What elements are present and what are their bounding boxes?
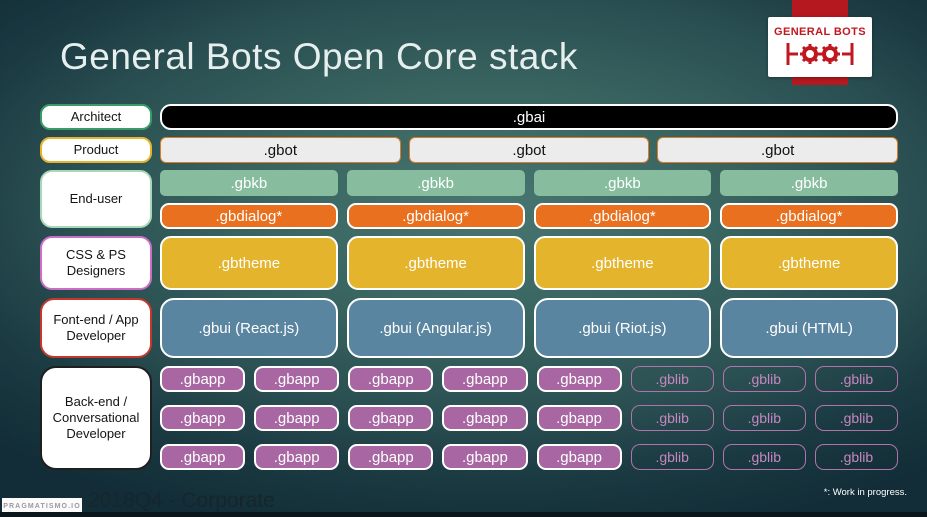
page-title: General Bots Open Core stack bbox=[60, 36, 578, 77]
node-gbapp: .gbapp bbox=[348, 405, 434, 431]
work-in-progress-note: *: Work in progress. bbox=[823, 487, 907, 498]
row-gbdialog: .gbdialog* .gbdialog* .gbdialog* .gbdial… bbox=[160, 203, 898, 229]
node-gbtheme: .gbtheme bbox=[160, 236, 338, 290]
node-gbui-html: .gbui (HTML) bbox=[720, 298, 898, 358]
slide: General Bots Open Core stack GENERAL BOT… bbox=[0, 0, 927, 517]
node-gbapp: .gbapp bbox=[536, 366, 622, 392]
node-gbapp: .gbapp bbox=[254, 366, 340, 392]
node-gbot: .gbot bbox=[657, 137, 899, 163]
row-gbtheme: .gbtheme .gbtheme .gbtheme .gbtheme bbox=[160, 236, 898, 290]
node-gbapp: .gbapp bbox=[536, 405, 622, 431]
node-gblib: .gblib bbox=[630, 405, 714, 431]
row-gbai: .gbai bbox=[160, 104, 898, 130]
node-gbapp: .gbapp bbox=[160, 444, 246, 470]
footer-edition-text: 2018Q4 - Corporate bbox=[88, 489, 275, 512]
row-gbapp-3: .gbapp .gbapp .gbapp .gbapp .gbapp .gbli… bbox=[160, 444, 898, 470]
node-gbapp: .gbapp bbox=[160, 366, 246, 392]
node-gbui-angular: .gbui (Angular.js) bbox=[346, 298, 525, 358]
row-gbkb: .gbkb .gbkb .gbkb .gbkb bbox=[160, 170, 898, 196]
node-gblib: .gblib bbox=[814, 366, 898, 392]
node-gblib: .gblib bbox=[814, 444, 898, 470]
label-architect: Architect bbox=[40, 104, 152, 130]
row-gbapp-1: .gbapp .gbapp .gbapp .gbapp .gbapp .gbli… bbox=[160, 366, 898, 392]
row-gbapp-2: .gbapp .gbapp .gbapp .gbapp .gbapp .gbli… bbox=[160, 405, 898, 431]
label-end-user: End-user bbox=[40, 170, 152, 228]
label-backend-developer: Back-end / Conversational Developer bbox=[40, 366, 152, 470]
node-gbapp: .gbapp bbox=[254, 444, 340, 470]
row-gbot: .gbot .gbot .gbot bbox=[160, 137, 899, 163]
node-gblib: .gblib bbox=[814, 405, 898, 431]
node-gblib: .gblib bbox=[630, 444, 714, 470]
label-css-ps-designers: CSS & PS Designers bbox=[40, 236, 152, 290]
node-gbkb: .gbkb bbox=[720, 170, 898, 196]
node-gbapp: .gbapp bbox=[442, 366, 528, 392]
node-gblib: .gblib bbox=[722, 405, 806, 431]
node-gbkb: .gbkb bbox=[533, 170, 712, 196]
node-gbot: .gbot bbox=[408, 137, 650, 163]
node-gbtheme: .gbtheme bbox=[533, 236, 712, 290]
row-gbui: .gbui (React.js) .gbui (Angular.js) .gbu… bbox=[160, 298, 898, 358]
label-architect-text: Architect bbox=[70, 108, 122, 124]
node-gbdialog: .gbdialog* bbox=[720, 203, 898, 229]
node-gbdialog: .gbdialog* bbox=[160, 203, 338, 229]
label-frontend-developer: Font-end / App Developer bbox=[40, 298, 152, 358]
node-gbapp: .gbapp bbox=[254, 405, 340, 431]
pragmatismo-logo-text: PRAGMATISMO.IO bbox=[3, 502, 81, 510]
node-gbdialog: .gbdialog* bbox=[533, 203, 712, 229]
node-gbot: .gbot bbox=[160, 137, 401, 163]
node-gblib: .gblib bbox=[722, 366, 806, 392]
node-gbapp: .gbapp bbox=[160, 405, 246, 431]
node-gbdialog: .gbdialog* bbox=[346, 203, 525, 229]
node-gbai: .gbai bbox=[160, 104, 898, 130]
gears-icon bbox=[786, 43, 854, 65]
general-bots-logo: GENERAL BOTS bbox=[768, 17, 872, 77]
logo-brand-text: GENERAL BOTS bbox=[774, 26, 866, 38]
bottom-edge-bar bbox=[0, 512, 927, 517]
label-end-user-text: End-user bbox=[69, 190, 123, 206]
label-css-ps-designers-text: CSS & PS Designers bbox=[66, 246, 126, 278]
node-gbapp: .gbapp bbox=[348, 444, 434, 470]
node-gblib: .gblib bbox=[630, 366, 714, 392]
label-frontend-developer-text: Font-end / App Developer bbox=[53, 311, 139, 343]
label-product: Product bbox=[40, 137, 152, 163]
node-gbapp: .gbapp bbox=[442, 405, 528, 431]
node-gbui-riot: .gbui (Riot.js) bbox=[533, 298, 712, 358]
node-gblib: .gblib bbox=[722, 444, 806, 470]
node-gbtheme: .gbtheme bbox=[720, 236, 898, 290]
node-gbapp: .gbapp bbox=[442, 444, 528, 470]
label-product-text: Product bbox=[73, 141, 119, 157]
node-gbkb: .gbkb bbox=[160, 170, 338, 196]
node-gbkb: .gbkb bbox=[346, 170, 525, 196]
node-gbapp: .gbapp bbox=[348, 366, 434, 392]
node-gbui-react: .gbui (React.js) bbox=[160, 298, 338, 358]
node-gbtheme: .gbtheme bbox=[346, 236, 525, 290]
node-gbapp: .gbapp bbox=[536, 444, 622, 470]
label-backend-developer-text: Back-end / Conversational Developer bbox=[52, 393, 140, 442]
